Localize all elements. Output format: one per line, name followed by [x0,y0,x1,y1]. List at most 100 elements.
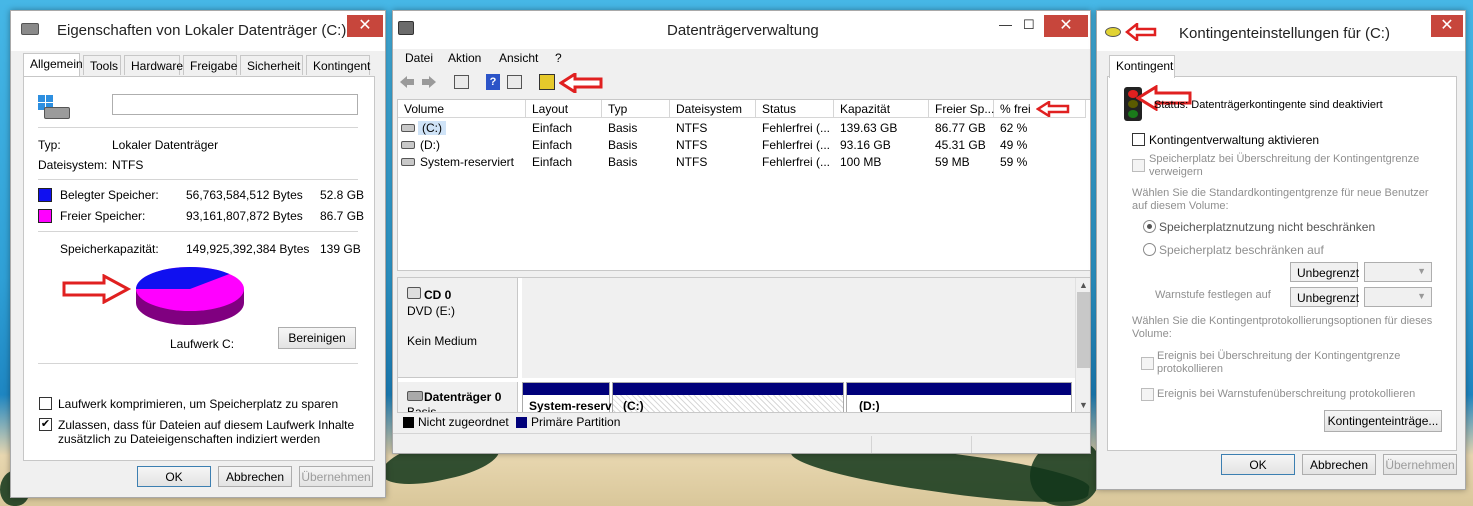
menu-bar: Datei Aktion Ansicht ? [393,49,1090,69]
volume-cell: 45.31 GB [935,138,986,152]
help-icon[interactable]: ? [486,74,500,90]
enable-quota-checkbox[interactable] [1132,133,1145,146]
enable-quota-label: Kontingentverwaltung aktivieren [1149,133,1320,147]
legend-unallocated: Nicht zugeordnet [418,415,509,429]
partition-d[interactable]: (D:) [846,382,1072,413]
quota-window: Kontingenteinstellungen für (C:) ✕ Konti… [1096,10,1466,490]
legend: Nicht zugeordnet Primäre Partition [399,413,1079,431]
menu-datei[interactable]: Datei [405,51,433,65]
free-color-swatch [38,209,52,223]
deny-space-label-line1: Speicherplatz bei Überschreitung der Kon… [1149,153,1420,165]
cancel-button[interactable]: Abbrechen [1302,454,1376,475]
cancel-button[interactable]: Abbrechen [218,466,292,487]
general-panel: Typ: Lokaler Datenträger Dateisystem: NT… [23,76,375,461]
maximize-button[interactable]: ☐ [1023,17,1035,33]
free-space-bytes: 93,161,807,872 Bytes [186,209,303,223]
volume-row[interactable]: (D:) Einfach Basis NTFS Fehlerfrei (... 93.16… [398,137,1086,154]
volume-list: Volume Layout Typ Dateisystem Status Kap… [397,99,1090,271]
compress-checkbox[interactable] [39,397,52,410]
ok-button[interactable]: OK [137,466,211,487]
tab-freigabe[interactable]: Freigabe [183,55,237,75]
tab-tools[interactable]: Tools [83,55,121,75]
action-pane-icon[interactable] [507,75,522,89]
volume-icon [401,158,415,166]
cleanup-button[interactable]: Bereinigen [278,327,356,349]
index-label-line1: Zulassen, dass für Dateien auf diesem La… [58,418,355,432]
cd-name: CD 0 [424,288,452,302]
partition-label: (D:) [859,399,880,413]
log-warning-checkbox[interactable] [1141,388,1154,401]
menu-ansicht[interactable]: Ansicht [499,51,538,65]
volume-label-input[interactable] [112,94,358,115]
tab-sicherheit[interactable]: Sicherheit [240,55,303,75]
column-status[interactable]: Status [756,100,834,118]
disk-management-window: Datenträgerverwaltung — ☐ ✕ Datei Aktion… [392,10,1091,454]
red-arrow-icon [1036,101,1070,117]
partition-system[interactable]: System-reserv [522,382,612,413]
legend-unallocated-swatch [403,417,414,428]
free-space-label: Freier Speicher: [60,209,146,223]
tab-strip: Allgemein Tools Hardware Freigabe Sicher… [23,53,373,77]
warning-unit-select[interactable]: ▼ [1364,287,1432,307]
volume-cell: (C:) [418,121,446,135]
volume-cell: System-reserviert [420,155,515,169]
properties-titlebar: Eigenschaften von Lokaler Datenträger (C… [11,11,385,51]
column-layout[interactable]: Layout [526,100,602,118]
log-options-label-line2: Volume: [1132,328,1172,340]
graphical-view: CD 0 DVD (E:) Kein Medium Datenträger 0 … [397,277,1090,413]
graphical-scrollbar[interactable]: ▲ ▼ [1075,278,1090,412]
volume-cell: NTFS [676,138,708,152]
column-freier-speicher[interactable]: Freier Sp... [929,100,994,118]
column-dateisystem[interactable]: Dateisystem [670,100,756,118]
type-label: Typ: [38,138,61,152]
index-checkbox[interactable]: ✔ [39,418,52,431]
apply-button[interactable]: Übernehmen [299,466,373,487]
no-limit-radio[interactable] [1143,220,1156,233]
close-button[interactable]: ✕ [1431,15,1463,37]
ok-button[interactable]: OK [1221,454,1295,475]
tab-kontingent[interactable]: Kontingent [1109,55,1175,78]
log-warning-label: Ereignis bei Warnstufenüberschreitung pr… [1157,388,1416,400]
tab-kontingent[interactable]: Kontingent [306,55,370,75]
minimize-button[interactable]: — [999,17,1012,32]
properties-icon[interactable] [539,74,555,90]
volume-cell: 100 MB [840,155,882,169]
apply-button[interactable]: Übernehmen [1383,454,1457,475]
filesystem-label: Dateisystem: [38,158,108,172]
divider [38,127,358,128]
volume-cell: Einfach [532,121,573,135]
tab-allgemein[interactable]: Allgemein [23,53,83,76]
volume-row[interactable]: (C:) Einfach Basis NTFS Fehlerfrei (... 139.6… [398,120,1086,137]
menu-aktion[interactable]: Aktion [448,51,481,65]
deny-space-label-line2: verweigern [1149,166,1203,178]
filesystem-value: NTFS [112,158,144,172]
status-bar [393,433,1090,453]
forward-icon[interactable] [421,74,437,90]
volume-row[interactable]: System-reserviert Einfach Basis NTFS Fehlerf… [398,154,1086,171]
limit-value-field[interactable]: Unbegrenzt [1290,262,1359,282]
column-volume[interactable]: Volume [398,100,526,118]
warning-value-field[interactable]: Unbegrenzt [1290,287,1360,307]
index-label-line2: zusätzlich zu Dateieigenschaften indizie… [58,432,321,446]
menu-help[interactable]: ? [555,51,562,65]
column-typ[interactable]: Typ [602,100,670,118]
console-tree-icon[interactable] [454,75,469,89]
volume-cell: 62 % [1000,121,1028,135]
close-button[interactable]: ✕ [1044,15,1088,37]
back-icon[interactable] [399,74,415,90]
limit-radio[interactable] [1143,243,1156,256]
partition-label: System-reserv [529,399,612,413]
legend-primary-swatch [516,417,527,428]
tab-hardware[interactable]: Hardware [124,55,183,75]
disk-usage-pie [136,267,244,325]
partition-c[interactable]: (C:) [612,382,844,413]
log-exceed-checkbox[interactable] [1141,357,1154,370]
column-kapazitaet[interactable]: Kapazität [834,100,929,118]
deny-space-checkbox[interactable] [1132,159,1145,172]
red-arrow-icon [62,274,132,304]
limit-unit-select[interactable]: ▼ [1364,262,1432,282]
warning-value: Unbegrenzt [1297,291,1360,305]
close-button[interactable]: ✕ [347,15,383,37]
partition-label: (C:) [623,399,644,413]
quota-entries-button[interactable]: Kontingenteinträge... [1324,410,1442,432]
